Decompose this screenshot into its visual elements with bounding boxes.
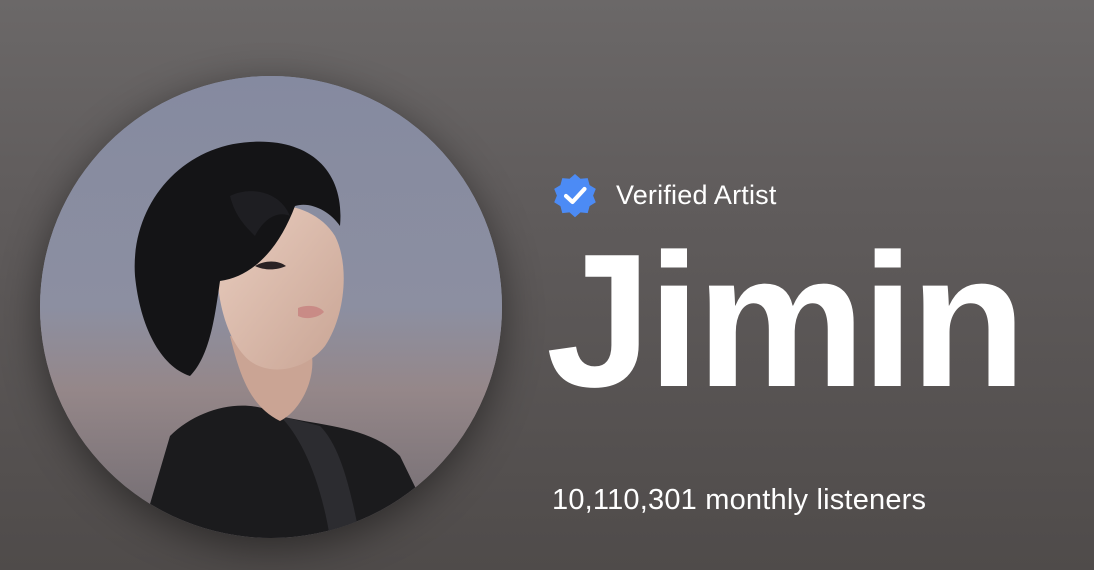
monthly-listeners: 10,110,301 monthly listeners (552, 484, 927, 516)
artist-photo (40, 76, 502, 538)
artist-info: Verified Artist Jimin 10,110,301 monthly… (546, 172, 1072, 516)
artist-avatar (40, 76, 502, 538)
verified-artist-label: Verified Artist (616, 179, 777, 210)
artist-name: Jimin (546, 215, 1026, 427)
verified-badge-icon (554, 174, 596, 218)
verified-row: Verified Artist (552, 172, 1072, 218)
